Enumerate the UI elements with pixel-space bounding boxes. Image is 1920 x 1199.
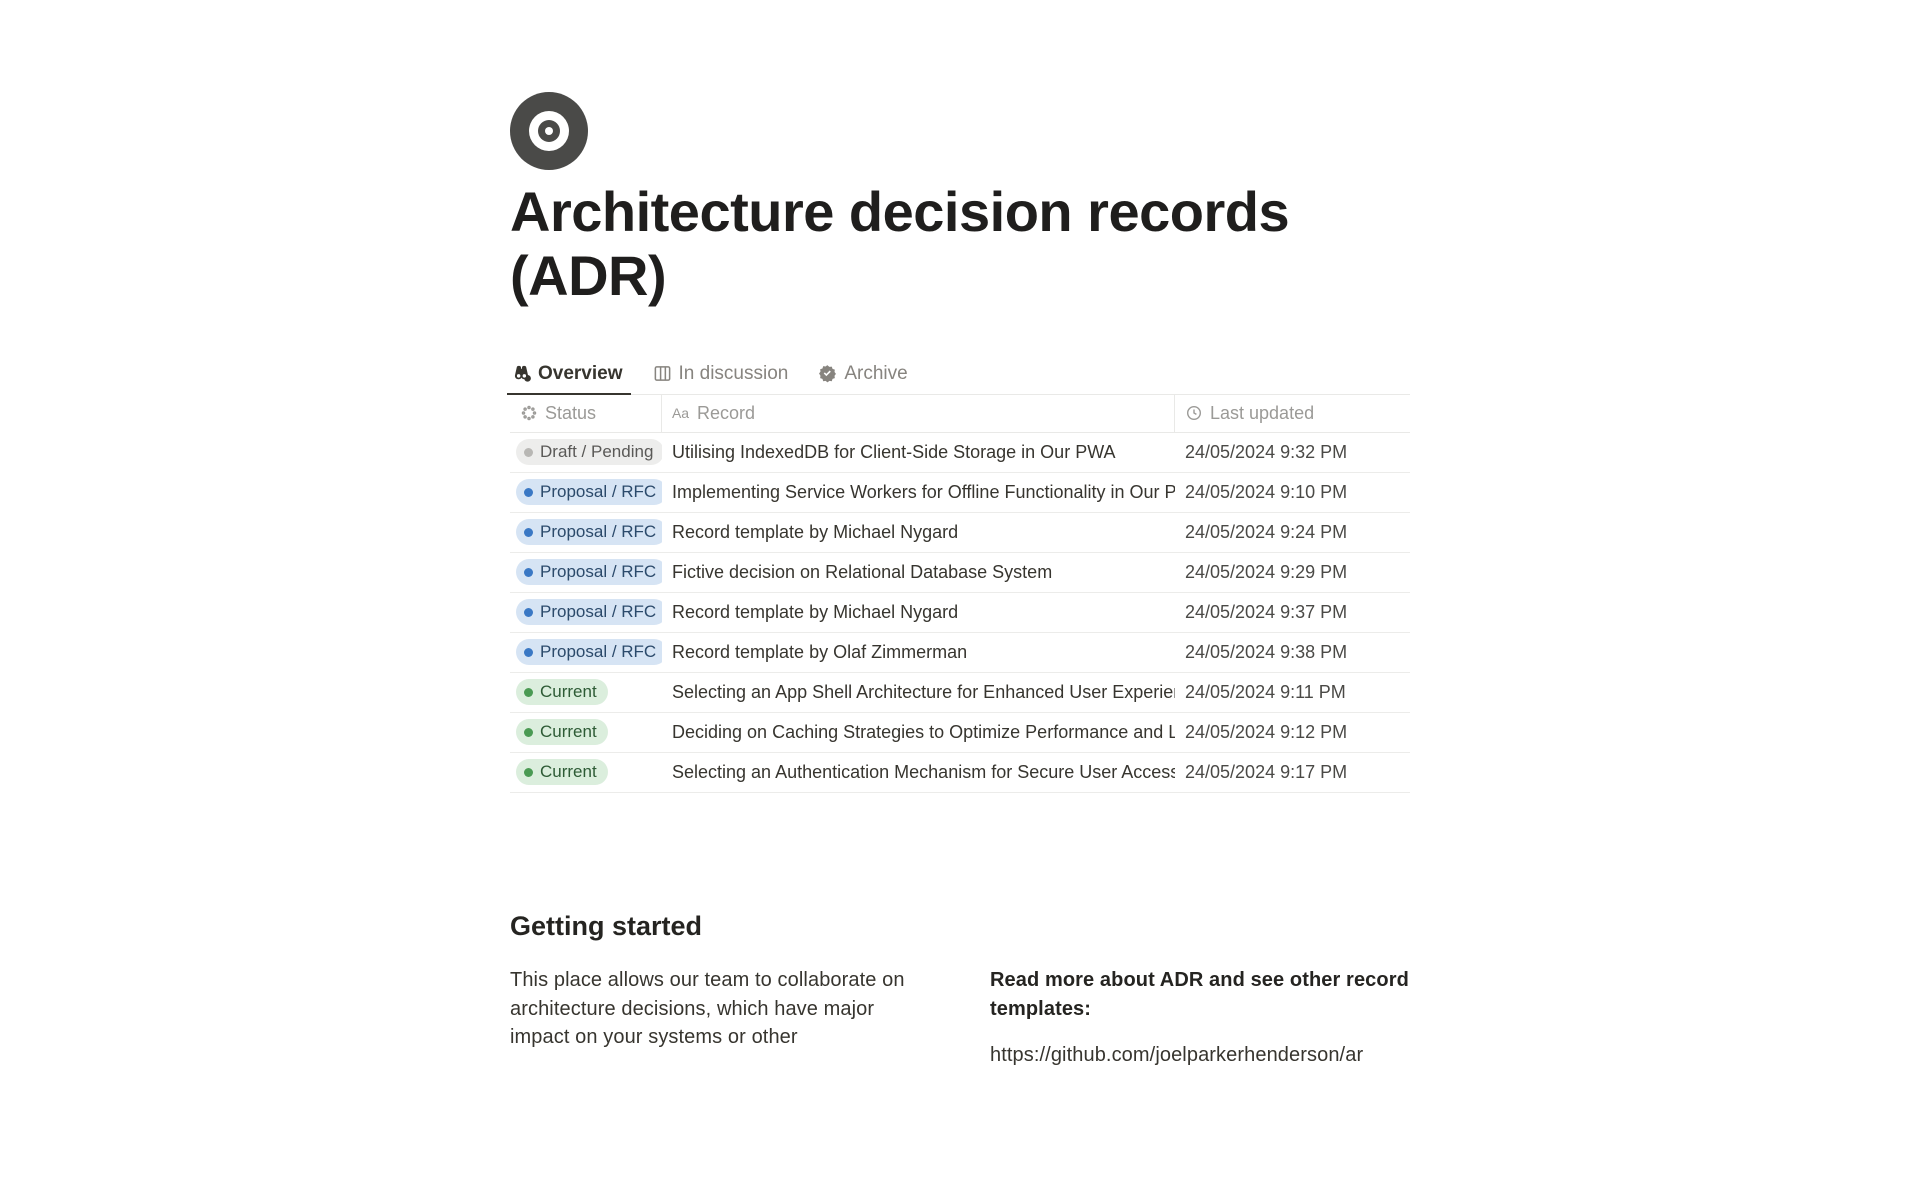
status-pill-label: Proposal / RFC (540, 601, 656, 623)
adr-link[interactable]: https://github.com/joelparkerhenderson/a… (990, 1041, 1410, 1070)
status-pill-proposal: Proposal / RFC (516, 639, 662, 665)
status-dot (524, 728, 533, 737)
col-header-record-label: Record (697, 403, 755, 424)
table-row[interactable]: Current Deciding on Caching Strategies to… (510, 713, 1410, 753)
col-header-status-label: Status (545, 403, 596, 424)
updated-cell: 24/05/2024 9:38 PM (1175, 633, 1410, 672)
status-dot (524, 768, 533, 777)
getting-started-heading: Getting started (510, 911, 1410, 942)
target-icon (510, 92, 588, 170)
record-cell[interactable]: Record template by Olaf Zimmerman (662, 633, 1175, 672)
status-icon (520, 405, 537, 422)
records-table: Status Aa Record Last updated Draft / Pe… (510, 395, 1410, 793)
status-pill-label: Current (540, 761, 597, 783)
getting-started-right-heading: Read more about ADR and see other record… (990, 969, 1409, 1020)
status-pill-proposal: Proposal / RFC (516, 599, 662, 625)
tab-archive[interactable]: Archive (816, 357, 909, 394)
status-dot (524, 448, 533, 457)
status-dot (524, 568, 533, 577)
clock-icon (1185, 405, 1202, 422)
record-cell[interactable]: Deciding on Caching Strategies to Optimi… (662, 713, 1175, 752)
status-cell: Draft / Pending (510, 433, 662, 472)
updated-cell: 24/05/2024 9:32 PM (1175, 433, 1410, 472)
table-row[interactable]: Proposal / RFC Record template by Michael… (510, 593, 1410, 633)
status-pill-label: Draft / Pending (540, 441, 653, 463)
status-pill-label: Proposal / RFC (540, 521, 656, 543)
tab-overview[interactable]: Overview (510, 357, 625, 394)
table-row[interactable]: Proposal / RFC Record template by Michael… (510, 513, 1410, 553)
status-dot (524, 688, 533, 697)
record-cell[interactable]: Record template by Michael Nygard (662, 593, 1175, 632)
table-row[interactable]: Current Selecting an Authentication Mecha… (510, 753, 1410, 793)
getting-started-left: This place allows our team to collaborat… (510, 966, 930, 1070)
status-pill-current: Current (516, 679, 608, 705)
updated-cell: 24/05/2024 9:10 PM (1175, 473, 1410, 512)
updated-cell: 24/05/2024 9:12 PM (1175, 713, 1410, 752)
status-dot (524, 608, 533, 617)
status-pill-label: Proposal / RFC (540, 481, 656, 503)
status-cell: Proposal / RFC (510, 593, 662, 632)
table-row[interactable]: Proposal / RFC Record template by Olaf Zi… (510, 633, 1410, 673)
status-pill-current: Current (516, 759, 608, 785)
status-pill-proposal: Proposal / RFC (516, 519, 662, 545)
binoculars-icon (512, 364, 531, 383)
record-cell[interactable]: Selecting an Authentication Mechanism fo… (662, 753, 1175, 792)
col-header-status[interactable]: Status (510, 395, 662, 432)
status-cell: Current (510, 753, 662, 792)
table-row[interactable]: Proposal / RFC Fictive decision on Relati… (510, 553, 1410, 593)
text-aa-icon: Aa (672, 405, 689, 422)
table-header-row: Status Aa Record Last updated (510, 395, 1410, 433)
badge-icon (818, 364, 837, 383)
updated-cell: 24/05/2024 9:24 PM (1175, 513, 1410, 552)
status-pill-draft: Draft / Pending (516, 439, 662, 465)
col-header-updated[interactable]: Last updated (1175, 395, 1410, 432)
status-pill-label: Proposal / RFC (540, 641, 656, 663)
status-pill-proposal: Proposal / RFC (516, 479, 662, 505)
columns-icon (653, 364, 672, 383)
view-tabs: Overview In discussion Archive (510, 357, 1410, 395)
status-cell: Current (510, 713, 662, 752)
getting-started-right: Read more about ADR and see other record… (990, 966, 1410, 1070)
status-dot (524, 488, 533, 497)
table-row[interactable]: Proposal / RFC Implementing Service Worke… (510, 473, 1410, 513)
status-pill-current: Current (516, 719, 608, 745)
status-pill-proposal: Proposal / RFC (516, 559, 662, 585)
updated-cell: 24/05/2024 9:17 PM (1175, 753, 1410, 792)
updated-cell: 24/05/2024 9:29 PM (1175, 553, 1410, 592)
status-cell: Proposal / RFC (510, 553, 662, 592)
record-cell[interactable]: Fictive decision on Relational Database … (662, 553, 1175, 592)
status-pill-label: Proposal / RFC (540, 561, 656, 583)
status-cell: Current (510, 673, 662, 712)
status-pill-label: Current (540, 681, 597, 703)
status-pill-label: Current (540, 721, 597, 743)
tab-archive-label: Archive (844, 363, 907, 385)
page-icon[interactable] (510, 92, 588, 170)
tab-discussion-label: In discussion (679, 363, 789, 385)
col-header-updated-label: Last updated (1210, 403, 1314, 424)
updated-cell: 24/05/2024 9:11 PM (1175, 673, 1410, 712)
status-cell: Proposal / RFC (510, 513, 662, 552)
record-cell[interactable]: Utilising IndexedDB for Client-Side Stor… (662, 433, 1175, 472)
updated-cell: 24/05/2024 9:37 PM (1175, 593, 1410, 632)
table-row[interactable]: Current Selecting an App Shell Architectu… (510, 673, 1410, 713)
status-cell: Proposal / RFC (510, 633, 662, 672)
getting-started-left-text: This place allows our team to collaborat… (510, 966, 930, 1052)
record-cell[interactable]: Implementing Service Workers for Offline… (662, 473, 1175, 512)
page-title[interactable]: Architecture decision records (ADR) (510, 180, 1310, 309)
status-dot (524, 648, 533, 657)
record-cell[interactable]: Selecting an App Shell Architecture for … (662, 673, 1175, 712)
status-cell: Proposal / RFC (510, 473, 662, 512)
record-cell[interactable]: Record template by Michael Nygard (662, 513, 1175, 552)
col-header-record[interactable]: Aa Record (662, 395, 1175, 432)
tab-overview-label: Overview (538, 363, 623, 385)
table-row[interactable]: Draft / Pending Utilising IndexedDB for C… (510, 433, 1410, 473)
tab-discussion[interactable]: In discussion (651, 357, 791, 394)
status-dot (524, 528, 533, 537)
